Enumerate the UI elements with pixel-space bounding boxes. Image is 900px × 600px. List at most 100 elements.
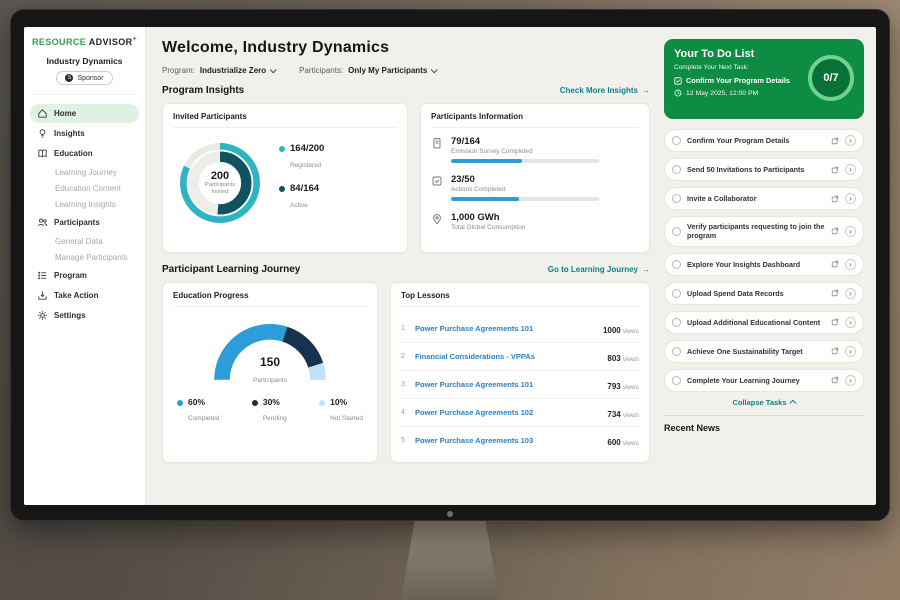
task-checkbox[interactable]	[672, 260, 681, 269]
lesson-rank: 5	[401, 437, 409, 444]
sidebar-item-general-data[interactable]: General Data	[30, 233, 139, 249]
task-item-upload-educational-content[interactable]: Upload Additional Educational Content ›	[664, 311, 864, 334]
sidebar-item-learning-insights[interactable]: Learning Insights	[30, 196, 139, 212]
sidebar-divider	[32, 94, 137, 95]
sidebar-item-manage-participants[interactable]: Manage Participants	[30, 249, 139, 265]
metric-label: Emission Survey Completed	[451, 148, 639, 155]
task-item-send-invitations[interactable]: Send 50 Invitations to Participants ›	[664, 158, 864, 181]
external-link-icon	[831, 376, 839, 384]
book-icon	[37, 148, 48, 159]
external-link-icon	[831, 289, 839, 297]
registered-dot-icon	[279, 146, 285, 152]
task-item-confirm-program[interactable]: Confirm Your Program Details ›	[664, 129, 864, 152]
not-started-dot-icon	[319, 400, 325, 406]
program-filter-value: Industrialize Zero	[200, 66, 266, 75]
donut-legend: 164/200 Registered 84/164 Active	[279, 143, 324, 223]
lesson-link[interactable]: Power Purchase Agreements 102	[415, 408, 601, 417]
task-checkbox[interactable]	[672, 376, 681, 385]
sponsor-badge[interactable]: S Sponsor	[56, 71, 112, 85]
clipboard-icon	[431, 137, 443, 149]
link-label: Go to Learning Journey	[548, 265, 638, 274]
sidebar-item-learning-journey[interactable]: Learning Journey	[30, 164, 139, 180]
sidebar-item-participants[interactable]: Participants	[30, 213, 139, 232]
task-chevron-icon[interactable]: ›	[845, 317, 856, 328]
task-label: Upload Additional Educational Content	[687, 318, 825, 327]
program-filter-dropdown[interactable]: Industrialize Zero	[200, 66, 275, 75]
pending-dot-icon	[252, 400, 258, 406]
task-chevron-icon[interactable]: ›	[845, 346, 856, 357]
task-chevron-icon[interactable]: ›	[845, 135, 856, 146]
task-chevron-icon[interactable]: ›	[845, 375, 856, 386]
task-label: Verify participants requesting to join t…	[687, 222, 825, 241]
sidebar-item-education-content[interactable]: Education Content	[30, 180, 139, 196]
legend-value: 60%	[188, 397, 219, 407]
sidebar-item-settings[interactable]: Settings	[30, 306, 139, 325]
invited-donut-chart: 200 Participants Invited	[173, 136, 267, 230]
sidebar-item-home[interactable]: Home	[30, 104, 139, 123]
chevron-down-icon	[270, 66, 277, 73]
task-label: Complete Your Learning Journey	[687, 376, 825, 385]
task-item-complete-learning-journey[interactable]: Complete Your Learning Journey ›	[664, 369, 864, 392]
lesson-link[interactable]: Power Purchase Agreements 103	[415, 436, 601, 445]
next-task[interactable]: Confirm Your Program Details	[674, 76, 794, 85]
task-item-verify-participants[interactable]: Verify participants requesting to join t…	[664, 216, 864, 247]
metric-value: 23/50	[451, 174, 639, 185]
participants-information-card: Participants Information 79/164 Emission…	[420, 103, 650, 253]
task-item-achieve-sustainability-target[interactable]: Achieve One Sustainability Target ›	[664, 340, 864, 363]
collapse-tasks-link[interactable]: Collapse Tasks	[664, 398, 864, 407]
lesson-link[interactable]: Financial Considerations - VPPAs	[415, 352, 601, 361]
collapse-label: Collapse Tasks	[732, 398, 786, 407]
donut-center-value: 200	[211, 170, 229, 182]
task-chevron-icon[interactable]: ›	[845, 164, 856, 175]
task-item-explore-insights[interactable]: Explore Your Insights Dashboard ›	[664, 253, 864, 276]
legend-label: Active	[290, 202, 308, 209]
task-list: Confirm Your Program Details › Send 50 I…	[664, 129, 864, 392]
section-title: Participant Learning Journey	[162, 264, 300, 275]
task-checkbox[interactable]	[672, 227, 681, 236]
task-chevron-icon[interactable]: ›	[845, 226, 856, 237]
legend-value: 164/200	[290, 143, 324, 154]
task-chevron-icon[interactable]: ›	[845, 288, 856, 299]
sponsor-icon: S	[65, 74, 73, 82]
task-item-invite-collaborator[interactable]: Invite a Collaborator ›	[664, 187, 864, 210]
task-checkbox[interactable]	[672, 289, 681, 298]
arrow-right-icon: →	[642, 265, 650, 274]
lesson-link[interactable]: Power Purchase Agreements 101	[415, 380, 601, 389]
task-checkbox[interactable]	[672, 194, 681, 203]
task-checkbox[interactable]	[672, 165, 681, 174]
legend-label: Registered	[290, 162, 321, 169]
lesson-link[interactable]: Power Purchase Agreements 101	[415, 324, 597, 333]
task-checkbox[interactable]	[672, 318, 681, 327]
program-filter-label: Program:	[162, 66, 195, 75]
program-insights-header: Program Insights Check More Insights →	[162, 85, 650, 96]
legend-pending: 30% Pending	[252, 397, 287, 425]
education-gauge-chart: 150 Participants	[203, 315, 337, 387]
external-link-icon	[831, 195, 839, 203]
learning-journey-header: Participant Learning Journey Go to Learn…	[162, 264, 650, 275]
sidebar-item-label: Program	[54, 271, 87, 280]
task-checkbox[interactable]	[672, 347, 681, 356]
sidebar-item-program[interactable]: Program	[30, 266, 139, 285]
sidebar-item-education[interactable]: Education	[30, 144, 139, 163]
task-item-upload-spend-data[interactable]: Upload Spend Data Records ›	[664, 282, 864, 305]
legend-label: Not Started	[330, 415, 363, 422]
clock-icon	[674, 89, 682, 97]
task-chevron-icon[interactable]: ›	[845, 193, 856, 204]
check-more-insights-link[interactable]: Check More Insights →	[560, 86, 650, 95]
go-to-learning-journey-link[interactable]: Go to Learning Journey →	[548, 265, 650, 274]
lesson-row: 3 Power Purchase Agreements 101 793views	[401, 371, 639, 399]
sidebar-item-take-action[interactable]: Take Action	[30, 286, 139, 305]
sidebar-item-insights[interactable]: Insights	[30, 124, 139, 143]
todo-score: 0/7	[823, 72, 838, 84]
global-consumption-row: 1,000 GWh Total Global Consumption	[431, 212, 639, 231]
app-logo: RESOURCE ADVISOR+	[30, 36, 139, 47]
task-chevron-icon[interactable]: ›	[845, 259, 856, 270]
sidebar-nav: Home Insights Education Learning Journey…	[30, 104, 139, 325]
news-divider	[664, 415, 864, 416]
task-checkbox[interactable]	[672, 136, 681, 145]
link-label: Check More Insights	[560, 86, 638, 95]
lightbulb-icon	[37, 128, 48, 139]
active-dot-icon	[279, 186, 285, 192]
participants-filter-dropdown[interactable]: Only My Participants	[348, 66, 436, 75]
lesson-rank: 2	[401, 353, 409, 360]
